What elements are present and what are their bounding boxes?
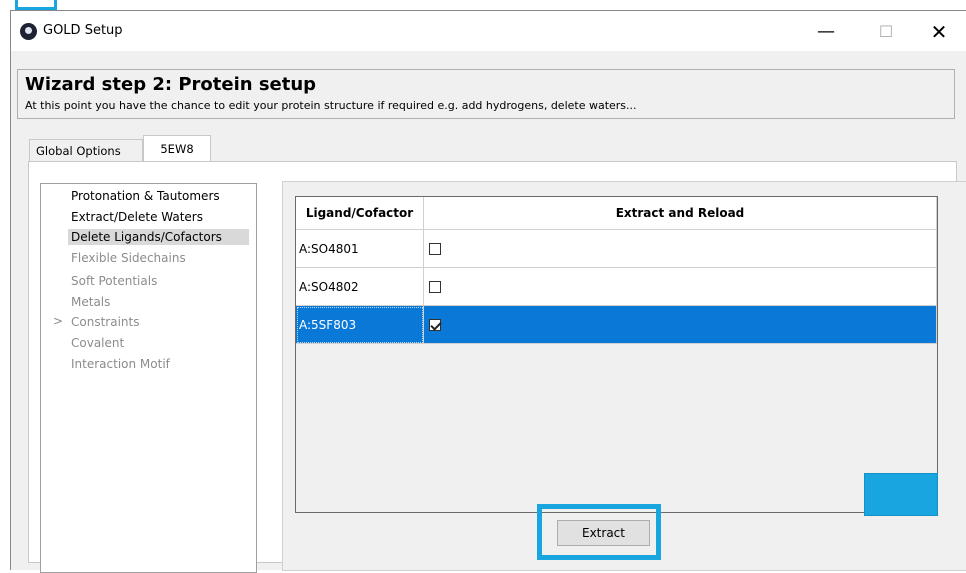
extract-reload-checkbox[interactable] xyxy=(429,281,441,293)
extract-button[interactable]: Extract xyxy=(557,520,650,546)
protein-setup-nav-tree: Protonation & Tautomers Extract/Delete W… xyxy=(40,183,257,573)
nav-item-constraints[interactable]: Constraints xyxy=(71,314,139,330)
nav-item-extract-delete-waters[interactable]: Extract/Delete Waters xyxy=(71,209,203,225)
minimize-button[interactable]: — xyxy=(803,17,849,47)
table-row[interactable]: A:SO4802 xyxy=(296,267,937,306)
extract-reload-checkbox-checked[interactable] xyxy=(429,319,441,331)
wizard-step-title: Wizard step 2: Protein setup xyxy=(25,74,317,95)
gold-app-icon xyxy=(20,23,37,40)
wizard-step-description: At this point you have the chance to edi… xyxy=(25,99,637,112)
ligand-name-cell[interactable]: A:SO4802 xyxy=(296,267,424,306)
annotation-highlight-box xyxy=(15,0,57,10)
extract-reload-checkbox[interactable] xyxy=(429,243,441,255)
chevron-right-icon[interactable]: > xyxy=(53,314,63,328)
nav-item-soft-potentials[interactable]: Soft Potentials xyxy=(71,273,157,289)
table-row[interactable]: A:SO4801 xyxy=(296,229,937,268)
nav-item-covalent[interactable]: Covalent xyxy=(71,335,124,351)
nav-item-protonation-tautomers[interactable]: Protonation & Tautomers xyxy=(71,188,220,204)
annotation-highlight-box xyxy=(864,473,938,516)
gold-setup-window: GOLD Setup — ☐ ✕ Wizard step 2: Protein … xyxy=(10,10,966,573)
ligand-grid: Ligand/Cofactor Extract and Reload A:SO4… xyxy=(295,196,938,513)
tab-5ew8[interactable]: 5EW8 xyxy=(143,135,211,162)
nav-item-interaction-motif[interactable]: Interaction Motif xyxy=(71,356,170,372)
title-bar: GOLD Setup — ☐ ✕ xyxy=(11,11,966,51)
tab-content-panel: Protonation & Tautomers Extract/Delete W… xyxy=(28,161,966,573)
table-row-selected[interactable]: A:5SF803 xyxy=(296,305,937,344)
wizard-header: Wizard step 2: Protein setup At this poi… xyxy=(17,69,955,119)
nav-item-metals[interactable]: Metals xyxy=(71,294,110,310)
ligand-name-cell[interactable]: A:5SF803 xyxy=(296,305,424,344)
nav-item-delete-ligands-cofactors[interactable]: Delete Ligands/Cofactors xyxy=(68,229,249,245)
grid-header-row: Ligand/Cofactor Extract and Reload xyxy=(296,197,937,230)
column-header-ligand-cofactor[interactable]: Ligand/Cofactor xyxy=(296,197,424,230)
extract-reload-cell[interactable] xyxy=(423,267,937,306)
extract-reload-cell[interactable] xyxy=(423,305,937,344)
maximize-button[interactable]: ☐ xyxy=(863,17,909,47)
tab-global-options[interactable]: Global Options xyxy=(29,139,143,161)
ligand-name-cell[interactable]: A:SO4801 xyxy=(296,229,424,268)
column-header-extract-reload[interactable]: Extract and Reload xyxy=(423,197,937,230)
window-title: GOLD Setup xyxy=(43,23,123,38)
nav-item-flexible-sidechains[interactable]: Flexible Sidechains xyxy=(71,250,186,266)
close-button[interactable]: ✕ xyxy=(916,17,962,47)
extract-reload-cell[interactable] xyxy=(423,229,937,268)
